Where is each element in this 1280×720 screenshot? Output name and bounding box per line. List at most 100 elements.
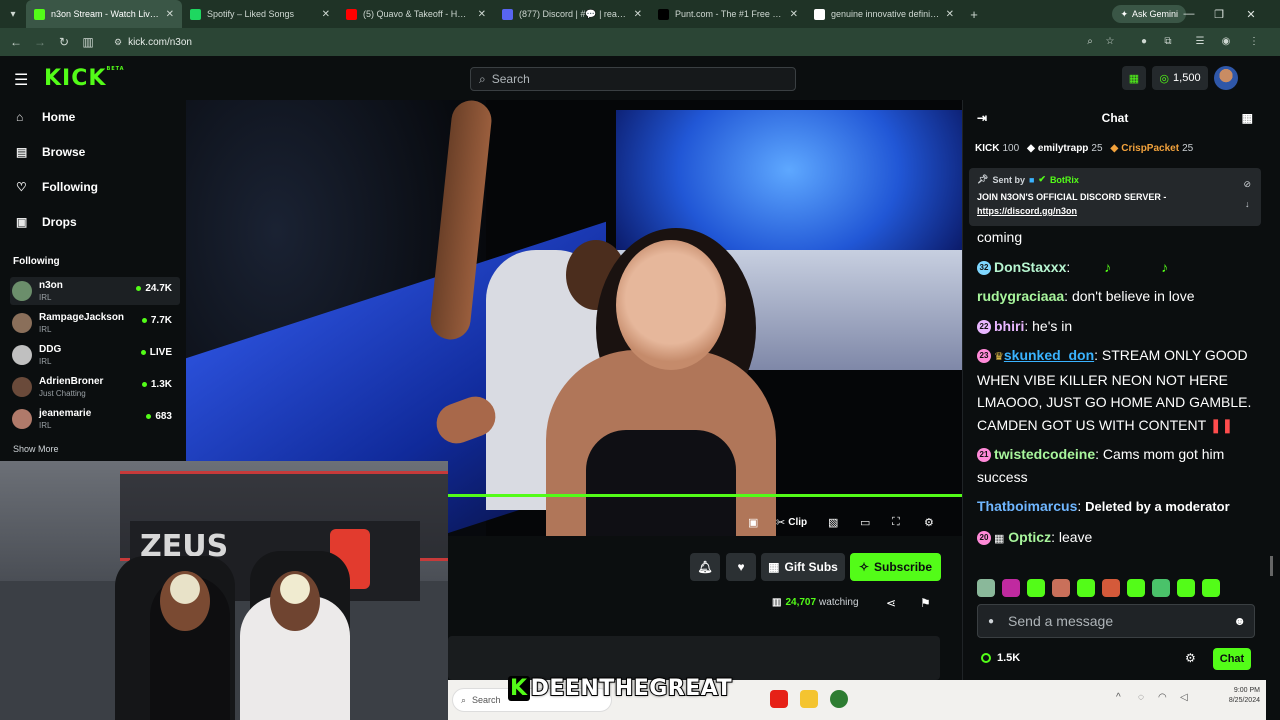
chrome-icon[interactable] [830,690,848,708]
clip-button[interactable]: ✂ Clip [776,514,807,530]
reading-list-icon[interactable]: ☰ [1192,33,1208,49]
message-username[interactable]: Thatboimarcus [977,498,1077,514]
report-icon[interactable]: ⚑ [920,596,931,610]
message-username[interactable]: bhiri [994,318,1024,334]
site-info-icon[interactable]: ⚙ [114,37,122,48]
emote-icon[interactable] [1102,579,1120,597]
browser-tab[interactable]: genuine innovative definition - Google ✕ [806,0,962,28]
stats-icon[interactable]: ▧ [828,514,838,530]
volume-icon[interactable]: ◁ [1180,692,1188,703]
sidebar-item-browse[interactable]: ▤ Browse [16,145,85,159]
channel-item-n3on[interactable]: n3on IRL 24.7K [10,277,180,305]
settings-gear-icon[interactable]: ⚙ [924,514,934,530]
browser-menu-icon[interactable]: ⋮ [1246,33,1262,49]
clock[interactable]: 9:00 PM 8/25/2024 [1229,686,1260,706]
message-username[interactable]: DonStaxxx [994,259,1066,275]
forward-icon[interactable]: → [28,35,52,49]
chat-users-icon[interactable]: ▦ [1242,111,1253,125]
tab-close-icon[interactable]: ✕ [166,9,174,20]
hide-pinned-icon[interactable]: ⊘ [1243,174,1251,194]
youtube-app-icon[interactable] [770,690,788,708]
send-chat-button[interactable]: Chat [1213,648,1251,670]
gifter-item[interactable]: ◆ emilytrapp 25 [1027,143,1102,154]
tray-chevron-icon[interactable]: ^ [1116,692,1121,703]
browser-tab[interactable]: Punt.com - The #1 Free to Play ✕ [650,0,806,28]
tray-app-icon[interactable]: ◌ [1138,692,1144,703]
url-field[interactable]: ⚙ kick.com/n3on [106,32,1076,52]
extension-icon[interactable]: ● [1136,33,1152,49]
channel-item-ddg[interactable]: DDG IRL LIVE [10,341,180,369]
emote-icon[interactable] [1002,579,1020,597]
channel-item-jeanemarie[interactable]: jeanemarie IRL 683 [10,405,180,433]
menu-icon[interactable]: ☰ [14,70,28,90]
emote-icon[interactable] [1052,579,1070,597]
bookmark-star-icon[interactable]: ☆ [1102,33,1118,49]
channel-item-adrienbroner[interactable]: AdrienBroner Just Chatting 1.3K [10,373,180,401]
maximize-icon[interactable]: ❐ [1204,0,1234,28]
message-username[interactable]: rudygraciaaa [977,288,1064,304]
sidebar-item-home[interactable]: ⌂ Home [16,110,75,124]
channel-item-rampagejackson[interactable]: RampageJackson IRL 7.7K [10,309,180,337]
message-username[interactable]: Opticz [1008,529,1051,545]
message-username[interactable]: skunked_don [1004,347,1094,363]
file-explorer-icon[interactable] [800,690,818,708]
notification-bell-button[interactable]: 🔔︎ [690,553,720,581]
reload-icon[interactable]: ↻ [52,35,76,49]
browser-tab[interactable]: (877) Discord | #💬 | reactions ✕ [494,0,650,28]
browser-tab[interactable]: (5) Quavo & Takeoff - HOTEL LOBBY ✕ [338,0,494,28]
chat-badge-icon[interactable]: ● [988,616,994,627]
profile-icon[interactable]: ◉ [1218,33,1234,49]
split-view-icon[interactable]: ▥ [76,35,100,49]
emote-icon[interactable] [1202,579,1220,597]
channel-points[interactable]: 1.5K [981,652,1020,664]
chat-settings-icon[interactable]: ⚙ [1185,651,1196,665]
pinned-discord-link[interactable]: https://discord.gg/n3on [977,206,1077,216]
browser-tab[interactable]: Spotify – Liked Songs ✕ [182,0,338,28]
back-icon[interactable]: ← [4,35,28,49]
tab-close-icon[interactable]: ✕ [790,9,798,20]
mini-player-icon[interactable]: ▭ [860,514,870,530]
tab-close-icon[interactable]: ✕ [634,9,642,20]
expand-pinned-icon[interactable]: ↓ [1243,194,1251,214]
message-username[interactable]: twistedcodeine [994,446,1095,462]
emote-icon[interactable] [1027,579,1045,597]
tab-close-icon[interactable]: ✕ [946,9,954,20]
theater-mode-icon[interactable]: ▣ [748,514,758,530]
minimize-icon[interactable]: — [1174,0,1204,28]
close-window-icon[interactable]: ✕ [1236,0,1266,28]
gifter-item[interactable]: ◆ CrispPacket 25 [1111,143,1194,154]
wifi-icon[interactable]: ◠ [1158,692,1167,703]
chat-message-input[interactable]: ● Send a message ☻ [977,604,1255,638]
tab-search-icon[interactable]: ▾ [0,0,26,28]
sidebar-item-following[interactable]: ♡ Following [16,180,98,194]
video-progress-bar[interactable] [448,494,962,497]
sidebar-item-drops[interactable]: ▣ Drops [16,215,77,229]
share-icon[interactable]: ⋖ [886,596,896,610]
collapse-chat-icon[interactable]: ⇥ [977,111,987,125]
kick-logo[interactable]: KICKBETA [44,66,125,91]
emote-icon[interactable] [1127,579,1145,597]
tab-close-icon[interactable]: ✕ [478,9,486,20]
follow-heart-button[interactable]: ♥ [726,553,756,581]
points-button[interactable]: ◎ 1,500 [1152,66,1208,90]
page-scrollbar[interactable] [1266,56,1280,720]
gifter-item[interactable]: KICK 100 [975,143,1019,154]
user-avatar[interactable] [1214,66,1238,90]
scrollbar-thumb[interactable] [1270,556,1273,576]
emoji-icon[interactable]: ☻ [1233,614,1246,628]
subscribe-button[interactable]: ✧ Subscribe [850,553,941,581]
dashboard-icon[interactable]: ▦ [1122,66,1146,90]
browser-tab[interactable]: n3on Stream - Watch Live on Kick ✕ [26,0,182,28]
new-tab-icon[interactable]: + [962,7,986,22]
zoom-icon[interactable]: ⌕ [1082,33,1098,49]
emote-icon[interactable] [1152,579,1170,597]
gift-subs-button[interactable]: ▦ Gift Subs [761,553,845,581]
emote-icon[interactable] [977,579,995,597]
show-more-link[interactable]: Show More [13,444,59,454]
emote-icon[interactable] [1177,579,1195,597]
tab-close-icon[interactable]: ✕ [322,9,330,20]
emote-icon[interactable] [1077,579,1095,597]
fullscreen-icon[interactable]: ⛶ [892,514,900,530]
extensions-puzzle-icon[interactable]: ⧉ [1160,33,1176,49]
search-input[interactable]: ⌕ Search [470,67,796,91]
